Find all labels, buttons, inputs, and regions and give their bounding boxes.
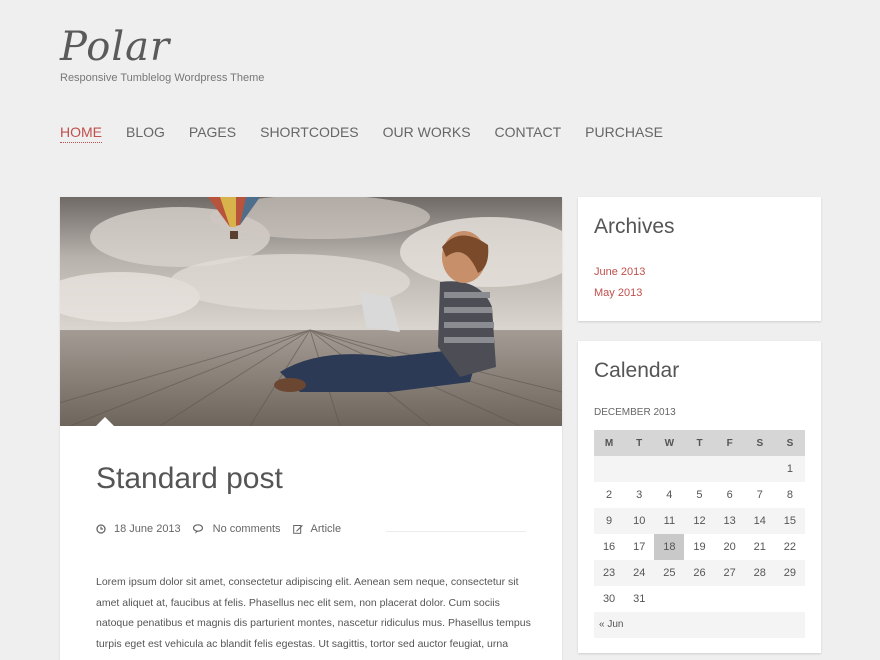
featured-photo-illustration: [60, 197, 562, 426]
post-card: Standard post 18 June 2013 No comments A…: [60, 197, 562, 660]
calendar-day: 1: [774, 456, 805, 482]
hero-notch: [96, 417, 114, 426]
nav-item-shortcodes[interactable]: SHORTCODES: [260, 124, 359, 143]
main-nav: HOME BLOG PAGES SHORTCODES OUR WORKS CON…: [60, 124, 687, 143]
calendar-day: 21: [744, 534, 775, 560]
weekday-header: F: [714, 430, 745, 456]
calendar-day: 25: [654, 560, 685, 586]
site-tagline: Responsive Tumblelog Wordpress Theme: [60, 72, 265, 84]
calendar-day: 12: [684, 508, 715, 534]
calendar-week-row: 30 31: [594, 586, 805, 612]
weekday-header: T: [684, 430, 715, 456]
calendar-week-row: 16 17 18 19 20 21 22: [594, 534, 805, 560]
weekday-header: T: [624, 430, 655, 456]
site-logo[interactable]: Polar: [60, 22, 264, 72]
nav-item-pages[interactable]: PAGES: [189, 124, 236, 143]
weekday-header: S: [774, 430, 805, 456]
calendar-day: 6: [714, 482, 745, 508]
calendar-day: 15: [774, 508, 805, 534]
archive-link-june-2013[interactable]: June 2013: [594, 266, 645, 278]
calendar-day: 14: [744, 508, 775, 534]
calendar-day: 28: [744, 560, 775, 586]
calendar-day: 7: [744, 482, 775, 508]
calendar-week-row: 2345678: [594, 482, 805, 508]
widget-title: Calendar: [594, 359, 680, 382]
comments-icon: [192, 524, 203, 534]
calendar-body: 1 2 3 4 5 6 7 8 9 10 11 12 13 14 15 16 17 18 19 20 21 22 23 24 2…: [594, 456, 805, 612]
calendar-empty-cell: [714, 586, 745, 612]
calendar-day: 31: [624, 586, 655, 612]
calendar-day: 26: [684, 560, 715, 586]
calendar-weekday-row: M T W T F S S: [594, 430, 805, 456]
calendar-empty-cell: [684, 586, 715, 612]
calendar-day: 19: [684, 534, 715, 560]
calendar-empty-cell: [714, 456, 745, 482]
calendar-prev-row: « Jun: [594, 612, 805, 638]
calendar-day: 29: [774, 560, 805, 586]
calendar-day: 13: [714, 508, 745, 534]
post-title[interactable]: Standard post: [96, 462, 283, 496]
post-meta: 18 June 2013 No comments Article: [96, 523, 353, 535]
calendar-day: 22: [774, 534, 805, 560]
post-comments-link[interactable]: No comments: [213, 523, 281, 535]
calendar-empty-cell: [624, 456, 655, 482]
calendar-day: 8: [774, 482, 805, 508]
calendar-day: 11: [654, 508, 685, 534]
calendar-prev-month-link[interactable]: « Jun: [599, 619, 623, 630]
calendar-empty-cell: [684, 456, 715, 482]
calendar-widget: Calendar DECEMBER 2013 M T W T F S S 123…: [578, 341, 821, 653]
calendar-week-row: 23 24 25 26 27 28 29: [594, 560, 805, 586]
pencil-icon: [292, 525, 303, 534]
nav-item-blog[interactable]: BLOG: [126, 124, 165, 143]
calendar-empty-cell: [654, 456, 685, 482]
calendar-day: 23: [594, 560, 625, 586]
calendar-day: 2: [594, 482, 625, 508]
calendar-week-row: 1: [594, 456, 805, 482]
calendar-day: 24: [624, 560, 655, 586]
archives-widget: Archives June 2013 May 2013: [578, 197, 821, 321]
calendar-empty-cell: [744, 586, 775, 612]
widget-title: Archives: [594, 215, 675, 238]
weekday-header: W: [654, 430, 685, 456]
calendar-week-row: 9 10 11 12 13 14 15: [594, 508, 805, 534]
meta-divider: [386, 531, 526, 532]
nav-item-home[interactable]: HOME: [60, 124, 102, 143]
calendar-table: M T W T F S S 1 2 3 4 5 6 7 8 9 10 11 12 13 14 15 16 17 1…: [594, 430, 805, 612]
calendar-empty-cell: [774, 586, 805, 612]
calendar-day: 17: [624, 534, 655, 560]
calendar-day: 4: [654, 482, 685, 508]
nav-item-our-works[interactable]: OUR WORKS: [383, 124, 471, 143]
weekday-header: S: [744, 430, 775, 456]
calendar-day: 27: [714, 560, 745, 586]
calendar-day: 9: [594, 508, 625, 534]
post-excerpt: Lorem ipsum dolor sit amet, consectetur …: [96, 576, 531, 650]
calendar-empty-cell: [594, 456, 625, 482]
post-date[interactable]: 18 June 2013: [114, 523, 181, 535]
archive-link-may-2013[interactable]: May 2013: [594, 287, 642, 299]
calendar-day: 18: [654, 534, 685, 560]
post-category-link[interactable]: Article: [311, 523, 342, 535]
calendar-day: 5: [684, 482, 715, 508]
calendar-day: 16: [594, 534, 625, 560]
nav-item-purchase[interactable]: PURCHASE: [585, 124, 663, 143]
calendar-day: 30: [594, 586, 625, 612]
calendar-day: 3: [624, 482, 655, 508]
clock-icon: [96, 524, 106, 534]
post-featured-image[interactable]: [60, 197, 562, 426]
nav-item-contact[interactable]: CONTACT: [495, 124, 562, 143]
calendar-day: 20: [714, 534, 745, 560]
calendar-empty-cell: [744, 456, 775, 482]
weekday-header: M: [594, 430, 625, 456]
calendar-empty-cell: [654, 586, 685, 612]
calendar-caption: DECEMBER 2013: [594, 407, 676, 418]
calendar-day: 10: [624, 508, 655, 534]
site-header: Polar Responsive Tumblelog Wordpress The…: [60, 22, 264, 84]
